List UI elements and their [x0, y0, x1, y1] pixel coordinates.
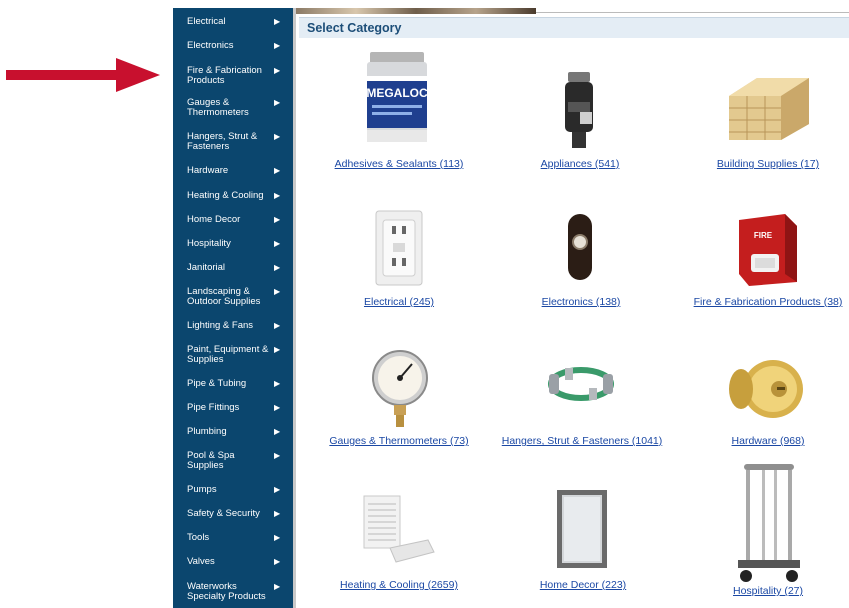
- wall-mirror-icon: [557, 490, 607, 568]
- garbage-disposal-icon: [565, 72, 593, 148]
- header-banner-image: [296, 8, 536, 14]
- category-link[interactable]: Hangers, Strut & Fasteners (1041): [502, 435, 663, 447]
- sidebar-item-hardware[interactable]: Hardware: [173, 166, 293, 178]
- sidebar-item-valves[interactable]: Valves: [173, 557, 293, 569]
- caret-right-icon: [274, 166, 280, 176]
- caret-right-icon: [274, 379, 280, 389]
- category-link[interactable]: Fire & Fabrication Products (38): [694, 296, 843, 308]
- sidebar-item-paint-equipment[interactable]: Paint, Equipment & Supplies: [173, 345, 293, 365]
- caret-right-icon: [274, 345, 280, 355]
- sidebar-item-label: Heating & Cooling: [187, 190, 264, 201]
- category-link[interactable]: Electronics (138): [542, 296, 621, 308]
- caret-right-icon: [274, 263, 280, 273]
- caret-right-icon: [274, 239, 280, 249]
- caret-right-icon: [274, 321, 280, 331]
- header-rule: [536, 12, 849, 13]
- sidebar-item-label: Pumps: [187, 484, 217, 495]
- sidebar-item-label: Valves: [187, 556, 215, 567]
- sidebar-item-home-decor[interactable]: Home Decor: [173, 215, 293, 227]
- sidebar-item-pipe-fittings[interactable]: Pipe Fittings: [173, 403, 293, 415]
- sidebar-item-label: Electronics: [187, 40, 234, 51]
- category-link[interactable]: Adhesives & Sealants (113): [335, 158, 464, 170]
- caret-right-icon: [274, 509, 280, 519]
- category-link[interactable]: Appliances (541): [541, 158, 620, 170]
- sidebar-item-fire-fabrication[interactable]: Fire & Fabrication Products: [173, 66, 293, 86]
- sidebar-item-hospitality[interactable]: Hospitality: [173, 239, 293, 251]
- category-link[interactable]: Electrical (245): [364, 296, 434, 308]
- caret-right-icon: [274, 582, 280, 592]
- sidebar-item-label: Fire & Fabrication Products: [187, 65, 262, 86]
- sidebar-item-label: Hospitality: [187, 238, 231, 249]
- panel-divider: [293, 8, 296, 608]
- sidebar-item-label: Paint, Equipment & Supplies: [187, 344, 269, 365]
- sidebar-item-label: Plumbing: [187, 426, 227, 437]
- caret-right-icon: [274, 66, 280, 76]
- lumber-stack-icon: [729, 78, 809, 140]
- category-link[interactable]: Home Decor (223): [540, 579, 626, 591]
- fire-alarm-strobe-icon: FIRE: [739, 214, 797, 286]
- category-link[interactable]: Heating & Cooling (2659): [340, 579, 458, 591]
- wall-outlet-icon: [375, 210, 423, 286]
- category-link[interactable]: Building Supplies (17): [717, 158, 819, 170]
- door-knob-icon: [729, 360, 803, 418]
- sidebar-item-pool-spa[interactable]: Pool & Spa Supplies: [173, 451, 293, 471]
- product-label-text: MEGALOC: [366, 86, 428, 100]
- product-label-text: FIRE: [754, 231, 773, 240]
- hanger-clamps-icon: [548, 367, 614, 401]
- sidebar-item-heating-cooling[interactable]: Heating & Cooling: [173, 191, 293, 203]
- sidebar-item-waterworks[interactable]: Waterworks Specialty Products: [173, 582, 293, 602]
- doorbell-button-icon: [568, 214, 592, 280]
- sidebar-item-label: Pipe Fittings: [187, 402, 240, 413]
- section-title: Select Category: [307, 21, 402, 35]
- adhesive-can-icon: MEGALOC: [366, 52, 428, 142]
- sidebar-item-label: Pipe & Tubing: [187, 378, 247, 389]
- luggage-cart-icon: [738, 464, 800, 582]
- caret-right-icon: [274, 17, 280, 27]
- sidebar-item-label: Safety & Security: [187, 508, 260, 519]
- air-vent-grille-icon: [363, 495, 435, 563]
- sidebar-item-janitorial[interactable]: Janitorial: [173, 263, 293, 275]
- caret-right-icon: [274, 41, 280, 51]
- caret-right-icon: [274, 215, 280, 225]
- caret-right-icon: [274, 132, 280, 142]
- sidebar-item-label: Tools: [187, 532, 210, 543]
- category-section-header: Select Category: [299, 17, 849, 38]
- sidebar-item-tools[interactable]: Tools: [173, 533, 293, 545]
- sidebar-item-safety-security[interactable]: Safety & Security: [173, 509, 293, 521]
- sidebar-item-hangers-strut-fasteners[interactable]: Hangers, Strut & Fasteners: [173, 132, 293, 152]
- caret-right-icon: [274, 557, 280, 567]
- sidebar-item-label: Waterworks Specialty Products: [187, 581, 266, 602]
- caret-right-icon: [274, 451, 280, 461]
- caret-right-icon: [274, 191, 280, 201]
- sidebar-item-label: Lighting & Fans: [187, 320, 254, 331]
- sidebar-item-gauges-thermometers[interactable]: Gauges & Thermometers: [173, 98, 293, 118]
- sidebar-item-electrical[interactable]: Electrical: [173, 17, 293, 29]
- sidebar-item-label: Janitorial: [187, 262, 226, 273]
- sidebar-item-label: Gauges & Thermometers: [187, 97, 249, 118]
- sidebar-item-landscaping-outdoor[interactable]: Landscaping & Outdoor Supplies: [173, 287, 293, 307]
- sidebar-item-label: Landscaping & Outdoor Supplies: [187, 286, 261, 307]
- pressure-gauge-icon: [372, 350, 428, 427]
- sidebar-item-label: Hangers, Strut & Fasteners: [187, 131, 258, 152]
- sidebar-item-label: Electrical: [187, 16, 226, 27]
- category-sidebar: Electrical Electronics Fire & Fabricatio…: [173, 8, 293, 608]
- sidebar-item-label: Hardware: [187, 165, 229, 176]
- category-link[interactable]: Gauges & Thermometers (73): [329, 435, 468, 447]
- category-link[interactable]: Hospitality (27): [733, 585, 803, 597]
- sidebar-item-label: Home Decor: [187, 214, 241, 225]
- caret-right-icon: [274, 485, 280, 495]
- sidebar-item-label: Pool & Spa Supplies: [187, 450, 235, 471]
- annotation-arrow: [6, 58, 160, 92]
- sidebar-item-plumbing[interactable]: Plumbing: [173, 427, 293, 439]
- caret-right-icon: [274, 403, 280, 413]
- caret-right-icon: [274, 98, 280, 108]
- sidebar-item-pipe-tubing[interactable]: Pipe & Tubing: [173, 379, 293, 391]
- category-link[interactable]: Hardware (968): [732, 435, 805, 447]
- caret-right-icon: [274, 533, 280, 543]
- caret-right-icon: [274, 287, 280, 297]
- sidebar-item-pumps[interactable]: Pumps: [173, 485, 293, 497]
- sidebar-item-electronics[interactable]: Electronics: [173, 41, 293, 53]
- caret-right-icon: [274, 427, 280, 437]
- sidebar-item-lighting-fans[interactable]: Lighting & Fans: [173, 321, 293, 333]
